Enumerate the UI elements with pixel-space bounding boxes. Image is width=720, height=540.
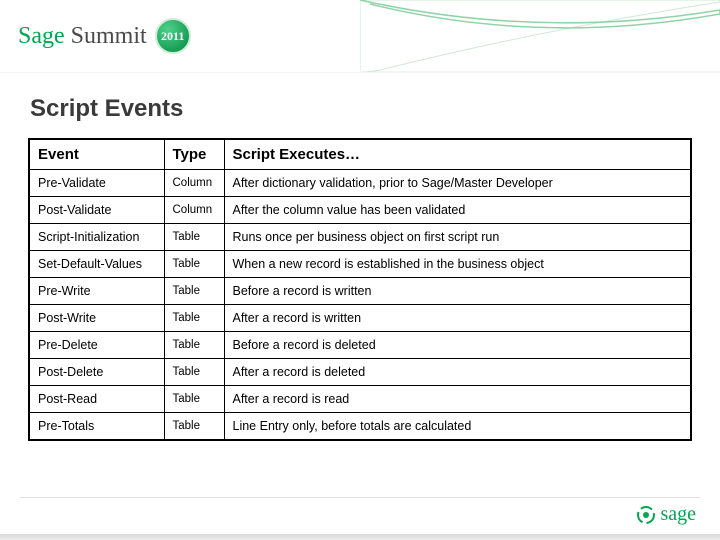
cell-type: Table: [164, 386, 224, 413]
header-desc: Script Executes…: [224, 139, 691, 170]
table-row: Post-DeleteTableAfter a record is delete…: [29, 359, 691, 386]
cell-desc: After a record is read: [224, 386, 691, 413]
cell-desc: Before a record is deleted: [224, 332, 691, 359]
footer-rule: [0, 534, 720, 540]
table-row: Pre-DeleteTableBefore a record is delete…: [29, 332, 691, 359]
cell-desc: After a record is written: [224, 305, 691, 332]
slide-title: Script Events: [30, 95, 183, 123]
footer-divider: [20, 497, 700, 498]
table-row: Post-ValidateColumnAfter the column valu…: [29, 197, 691, 224]
table-row: Pre-TotalsTableLine Entry only, before t…: [29, 413, 691, 441]
table-row: Post-ReadTableAfter a record is read: [29, 386, 691, 413]
header-type: Type: [164, 139, 224, 170]
cell-desc: Before a record is written: [224, 278, 691, 305]
cell-event: Pre-Delete: [29, 332, 164, 359]
cell-type: Table: [164, 413, 224, 441]
cell-event: Pre-Write: [29, 278, 164, 305]
cell-desc: When a new record is established in the …: [224, 251, 691, 278]
cell-event: Post-Read: [29, 386, 164, 413]
footer-sage-logo: sage: [636, 503, 696, 526]
cell-desc: After dictionary validation, prior to Sa…: [224, 170, 691, 197]
table-row: Script-InitializationTableRuns once per …: [29, 224, 691, 251]
script-events-table-wrap: Event Type Script Executes… Pre-Validate…: [28, 138, 692, 441]
table-row: Pre-WriteTableBefore a record is written: [29, 278, 691, 305]
cell-type: Column: [164, 170, 224, 197]
cell-type: Table: [164, 251, 224, 278]
cell-event: Script-Initialization: [29, 224, 164, 251]
header-event: Event: [29, 139, 164, 170]
footer-brand-text: sage: [660, 503, 696, 526]
table-row: Pre-ValidateColumnAfter dictionary valid…: [29, 170, 691, 197]
table-row: Set-Default-ValuesTableWhen a new record…: [29, 251, 691, 278]
logo-summit-text: Summit: [71, 23, 147, 50]
cell-type: Table: [164, 278, 224, 305]
table-header-row: Event Type Script Executes…: [29, 139, 691, 170]
cell-desc: Runs once per business object on first s…: [224, 224, 691, 251]
sage-leaf-icon: [636, 505, 656, 525]
cell-type: Table: [164, 224, 224, 251]
cell-desc: Line Entry only, before totals are calcu…: [224, 413, 691, 441]
sage-summit-logo: Sage Summit 2011: [18, 18, 191, 54]
cell-type: Column: [164, 197, 224, 224]
cell-event: Post-Write: [29, 305, 164, 332]
logo-sage-text: Sage: [18, 23, 65, 50]
cell-desc: After a record is deleted: [224, 359, 691, 386]
cell-event: Pre-Totals: [29, 413, 164, 441]
script-events-table: Event Type Script Executes… Pre-Validate…: [28, 138, 692, 441]
cell-event: Post-Delete: [29, 359, 164, 386]
cell-desc: After the column value has been validate…: [224, 197, 691, 224]
cell-type: Table: [164, 305, 224, 332]
cell-event: Post-Validate: [29, 197, 164, 224]
year-badge: 2011: [155, 18, 191, 54]
header-logo-area: Sage Summit 2011: [0, 0, 360, 72]
table-row: Post-WriteTableAfter a record is written: [29, 305, 691, 332]
cell-type: Table: [164, 359, 224, 386]
cell-event: Set-Default-Values: [29, 251, 164, 278]
cell-event: Pre-Validate: [29, 170, 164, 197]
cell-type: Table: [164, 332, 224, 359]
